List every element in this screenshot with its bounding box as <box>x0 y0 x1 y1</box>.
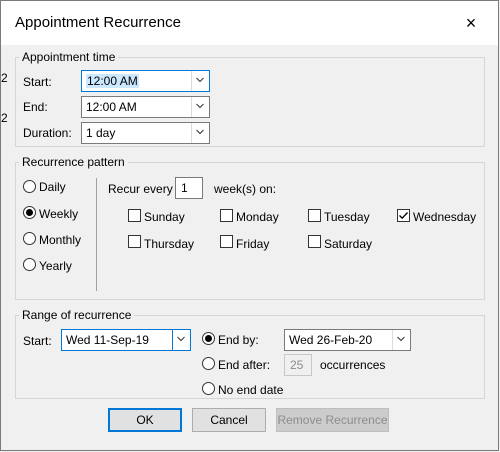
recur-every-input[interactable]: 1 <box>175 177 203 199</box>
chevron-down-icon <box>196 103 204 109</box>
chevron-down-icon <box>177 336 185 342</box>
appointment-recurrence-dialog: Appointment Recurrence × 2 2 Appointment… <box>0 0 499 451</box>
saturday-checkbox[interactable] <box>308 235 321 248</box>
thursday-checkbox[interactable] <box>128 235 141 248</box>
cancel-button[interactable]: Cancel <box>192 408 266 432</box>
end-time-combo[interactable]: 12:00 AM <box>81 96 210 118</box>
remove-recurrence-button[interactable]: Remove Recurrence <box>276 408 389 432</box>
no-end-date-label: No end date <box>218 383 284 397</box>
tuesday-checkbox[interactable] <box>308 209 321 222</box>
thursday-label: Thursday <box>144 237 195 251</box>
friday-checkbox[interactable] <box>220 235 233 248</box>
start-time-label: Start: <box>23 75 52 89</box>
chevron-down-icon <box>196 129 204 135</box>
end-after-label: End after: <box>218 358 271 372</box>
chevron-down-icon <box>196 77 204 83</box>
tuesday-label: Tuesday <box>324 210 370 224</box>
recur-every-value: 1 <box>181 181 188 195</box>
end-time-dropdown-button[interactable] <box>191 97 209 117</box>
end-by-value: Wed 26-Feb-20 <box>289 333 373 347</box>
title-bar: Appointment Recurrence × <box>1 1 498 45</box>
dialog-title: Appointment Recurrence <box>15 14 181 31</box>
end-after-value: 25 <box>290 358 304 372</box>
recurrence-pattern-legend: Recurrence pattern <box>19 155 128 169</box>
close-icon[interactable]: × <box>457 9 485 37</box>
daily-label: Daily <box>39 180 66 194</box>
end-by-radio[interactable] <box>202 332 215 345</box>
end-time-value: 12:00 AM <box>86 100 137 114</box>
appointment-time-legend: Appointment time <box>19 50 119 64</box>
range-start-label: Start: <box>23 334 52 348</box>
range-start-date-picker[interactable]: Wed 11-Sep-19 <box>61 329 191 351</box>
sunday-label: Sunday <box>144 210 185 224</box>
occurrences-label: occurrences <box>320 358 386 372</box>
monthly-label: Monthly <box>39 233 82 247</box>
weekly-radio[interactable] <box>23 206 36 219</box>
recur-every-label: Recur every <box>108 182 173 196</box>
monday-label: Monday <box>236 210 279 224</box>
background-text-fragment: 2 <box>1 71 8 85</box>
end-after-radio[interactable] <box>202 357 215 370</box>
monthly-radio[interactable] <box>23 232 36 245</box>
ok-button[interactable]: OK <box>108 408 182 432</box>
chevron-down-icon <box>397 336 405 342</box>
monday-checkbox[interactable] <box>220 209 233 222</box>
duration-combo[interactable]: 1 day <box>81 122 210 144</box>
duration-label: Duration: <box>23 126 72 140</box>
duration-value: 1 day <box>86 126 116 140</box>
pattern-divider <box>96 178 97 291</box>
end-by-dropdown-button[interactable] <box>392 330 410 350</box>
wednesday-label: Wednesday <box>413 210 477 224</box>
sunday-checkbox[interactable] <box>128 209 141 222</box>
range-start-value: Wed 11-Sep-19 <box>66 333 149 347</box>
start-time-value: 12:00 AM <box>86 74 139 88</box>
range-start-dropdown-button[interactable] <box>172 330 190 350</box>
range-of-recurrence-legend: Range of recurrence <box>19 308 135 322</box>
yearly-radio[interactable] <box>23 258 36 271</box>
daily-radio[interactable] <box>23 180 36 193</box>
yearly-label: Yearly <box>39 259 72 273</box>
start-time-combo[interactable]: 12:00 AM <box>81 70 210 92</box>
friday-label: Friday <box>236 237 270 251</box>
no-end-date-radio[interactable] <box>202 382 215 395</box>
end-time-label: End: <box>23 100 48 114</box>
weekly-label: Weekly <box>39 207 79 221</box>
saturday-label: Saturday <box>324 237 373 251</box>
wednesday-checkbox[interactable] <box>397 209 410 222</box>
end-by-date-picker[interactable]: Wed 26-Feb-20 <box>284 329 411 351</box>
checkmark-icon <box>399 212 408 220</box>
weeks-on-label: week(s) on: <box>214 182 277 196</box>
end-by-label: End by: <box>218 333 259 347</box>
background-text-fragment: 2 <box>1 111 8 125</box>
start-time-dropdown-button[interactable] <box>191 71 209 91</box>
duration-dropdown-button[interactable] <box>191 123 209 143</box>
end-after-occurrences-input[interactable]: 25 <box>284 354 312 376</box>
